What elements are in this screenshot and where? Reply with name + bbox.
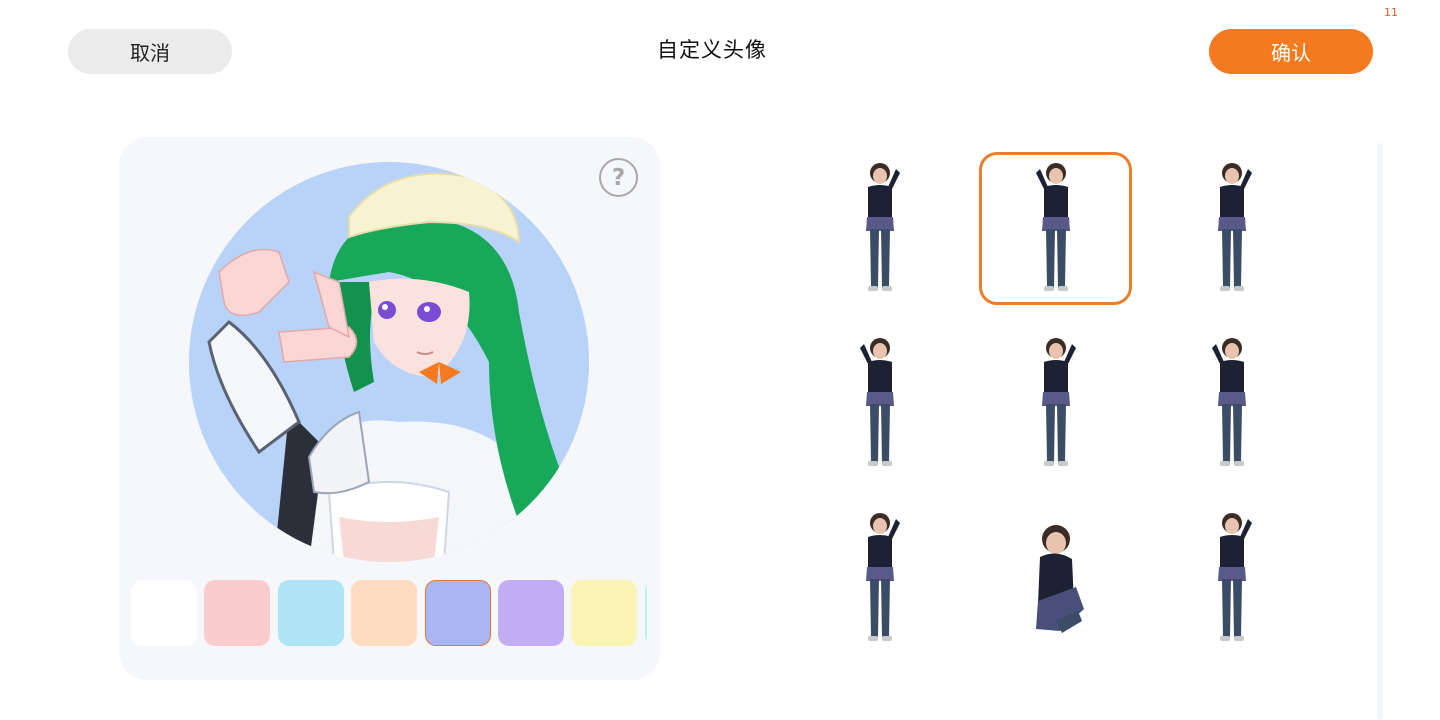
- avatar-preview: [189, 162, 589, 562]
- pose-figure-image: [1217, 162, 1252, 291]
- pose-figure-image: [865, 162, 900, 291]
- color-swatch[interactable]: [277, 580, 344, 646]
- pose-figure-image: [1211, 337, 1246, 466]
- pose-figure-image: [1035, 162, 1070, 291]
- avatar-character-image: [189, 162, 589, 562]
- pose-option[interactable]: [1155, 502, 1308, 655]
- pose-option[interactable]: [803, 152, 956, 305]
- pose-grid-scrollbar[interactable]: [1377, 143, 1383, 720]
- custom-avatar-screen: 11 取消 自定义头像 确认 ?: [0, 0, 1440, 720]
- color-swatch[interactable]: [571, 580, 638, 646]
- avatar-preview-panel: ?: [119, 137, 660, 680]
- pose-option[interactable]: [979, 502, 1132, 655]
- color-swatch[interactable]: [131, 580, 197, 646]
- pose-grid: [803, 152, 1313, 662]
- pose-option[interactable]: [803, 502, 956, 655]
- pose-figure-image: [1041, 337, 1076, 466]
- status-indicator: 11: [1384, 6, 1398, 19]
- pose-option[interactable]: [979, 152, 1132, 305]
- color-swatch[interactable]: [424, 580, 491, 646]
- pose-figure-image: [1035, 524, 1084, 633]
- color-swatch[interactable]: [644, 580, 647, 646]
- color-swatch[interactable]: [351, 580, 418, 646]
- color-swatch[interactable]: [204, 580, 271, 646]
- pose-option[interactable]: [979, 327, 1132, 480]
- pose-option[interactable]: [1155, 152, 1308, 305]
- pose-figure-image: [1217, 512, 1252, 641]
- pose-figure-image: [859, 337, 894, 466]
- pose-option[interactable]: [803, 327, 956, 480]
- color-swatch[interactable]: [498, 580, 564, 646]
- pose-option[interactable]: [1155, 327, 1308, 480]
- help-icon[interactable]: ?: [599, 158, 638, 197]
- confirm-button[interactable]: 确认: [1209, 29, 1373, 74]
- background-color-palette: [131, 578, 647, 647]
- pose-figure-image: [865, 512, 900, 641]
